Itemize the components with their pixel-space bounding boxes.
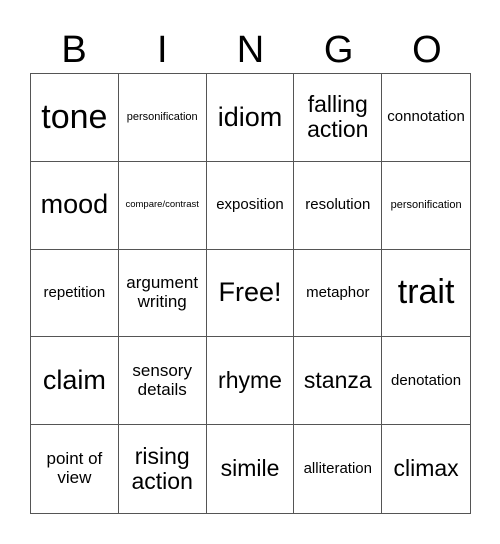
bingo-cell[interactable]: climax xyxy=(382,425,470,513)
bingo-cell[interactable]: point of view xyxy=(31,425,119,513)
bingo-cell[interactable]: metaphor xyxy=(294,249,383,338)
bingo-cell[interactable]: repetition xyxy=(31,249,119,338)
bingo-cell-label: idiom xyxy=(217,101,283,132)
bingo-cell[interactable]: connotation xyxy=(382,74,470,162)
bingo-cell-label: tone xyxy=(41,97,108,136)
bingo-cell[interactable]: compare/contrast xyxy=(118,161,207,250)
bingo-cell[interactable]: falling action xyxy=(294,74,383,162)
bingo-cell-label: metaphor xyxy=(306,283,370,301)
bingo-cell-label: sensory details xyxy=(132,361,192,399)
bingo-cell[interactable]: rhyme xyxy=(206,337,295,426)
bingo-cell[interactable]: alliteration xyxy=(294,425,383,513)
bingo-cell[interactable]: idiom xyxy=(206,74,295,162)
bingo-cell-label: argument writing xyxy=(126,273,199,311)
bingo-header: B I N G O xyxy=(30,28,471,72)
bingo-cell-label: trait xyxy=(397,273,455,312)
bingo-cell-label: Free! xyxy=(218,277,282,308)
bingo-cell[interactable]: claim xyxy=(31,337,119,426)
bingo-cell-label: simile xyxy=(220,455,280,482)
bingo-cell[interactable]: personification xyxy=(382,162,470,250)
bingo-cell[interactable]: argument writing xyxy=(118,249,207,338)
bingo-cell-label: climax xyxy=(393,455,459,482)
bingo-cell-label: alliteration xyxy=(303,459,372,477)
bingo-cell[interactable]: simile xyxy=(207,425,295,513)
bingo-cell-label: resolution xyxy=(305,195,371,213)
bingo-cell[interactable]: exposition xyxy=(206,161,295,250)
bingo-cell[interactable]: sensory details xyxy=(118,337,207,426)
header-letter-n: N xyxy=(236,29,265,71)
bingo-cell[interactable]: trait xyxy=(382,250,470,338)
header-letter-i: I xyxy=(157,29,168,71)
bingo-cell-label: personification xyxy=(126,111,198,124)
bingo-cell[interactable]: tone xyxy=(31,74,119,162)
bingo-cell[interactable]: rising action xyxy=(119,425,207,513)
header-letter-o: O xyxy=(412,29,442,71)
bingo-cell-label: stanza xyxy=(303,367,372,394)
bingo-cell[interactable]: resolution xyxy=(294,161,383,250)
bingo-cell[interactable]: mood xyxy=(31,161,119,250)
bingo-cell-label: rising action xyxy=(131,442,193,495)
bingo-cell[interactable]: Free! xyxy=(206,249,295,338)
header-letter-b: B xyxy=(61,29,87,71)
header-letter-g: G xyxy=(323,29,354,71)
bingo-cell-label: denotation xyxy=(391,371,462,389)
bingo-cell-label: claim xyxy=(42,364,106,395)
bingo-cell[interactable]: personification xyxy=(118,74,207,162)
bingo-cell-label: exposition xyxy=(216,195,284,213)
bingo-cell-label: point of view xyxy=(46,449,103,488)
bingo-grid: tone personification idiom falling action co… xyxy=(30,73,471,514)
bingo-cell-label: repetition xyxy=(43,283,106,301)
bingo-cell-label: rhyme xyxy=(218,367,282,394)
bingo-cell[interactable]: stanza xyxy=(294,337,383,426)
bingo-cell-label: mood xyxy=(40,189,109,220)
bingo-cell-label: connotation xyxy=(387,108,465,126)
bingo-cell-label: falling action xyxy=(307,91,369,143)
bingo-cell[interactable]: denotation xyxy=(382,337,470,426)
bingo-cell-label: personification xyxy=(390,199,462,212)
bingo-cell-label: compare/contrast xyxy=(125,198,199,210)
